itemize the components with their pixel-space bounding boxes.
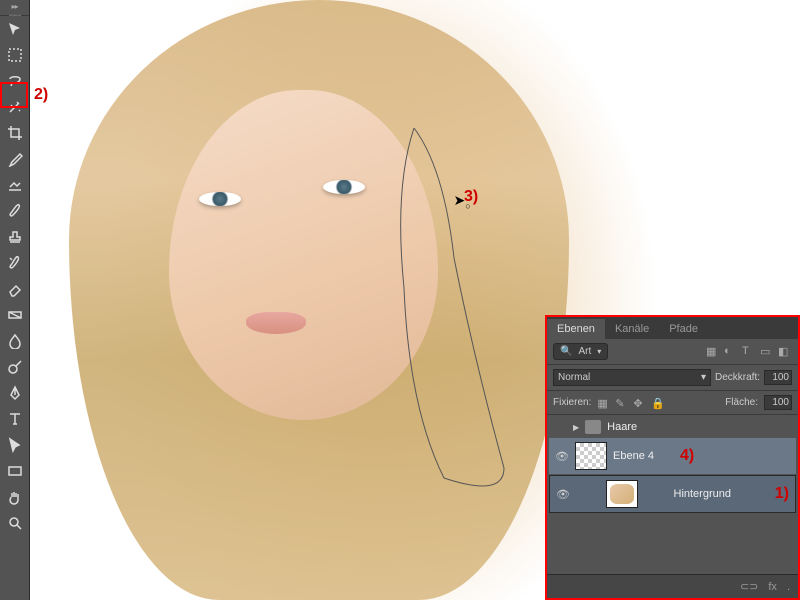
zoom-tool[interactable] <box>1 511 29 535</box>
stamp-tool[interactable] <box>1 225 29 249</box>
history-brush-tool[interactable] <box>1 251 29 275</box>
healing-tool[interactable] <box>1 173 29 197</box>
filter-smart-icon[interactable]: ◧ <box>778 345 792 359</box>
eraser-tool[interactable] <box>1 277 29 301</box>
layer-name: Ebene 4 <box>613 450 654 462</box>
layer-row[interactable]: 👁 Ebene 4 4) <box>549 438 796 474</box>
tab-paths[interactable]: Pfade <box>659 319 708 339</box>
tab-layers[interactable]: Ebenen <box>547 319 605 339</box>
lock-all-icon[interactable]: 🔒 <box>651 397 663 409</box>
blur-tool[interactable] <box>1 329 29 353</box>
lock-paint-icon[interactable]: ✎ <box>615 397 627 409</box>
annotation-1: 1) <box>775 485 789 503</box>
filter-type-icon[interactable]: T <box>742 345 756 359</box>
magic-wand-tool[interactable] <box>1 95 29 119</box>
opacity-label: Deckkraft: <box>715 372 760 383</box>
lasso-tool[interactable] <box>1 69 29 93</box>
expand-triangle-icon[interactable]: ▶ <box>573 423 579 432</box>
filter-label: Art <box>578 346 591 357</box>
fill-label: Fläche: <box>725 397 758 408</box>
lock-transparency-icon[interactable]: ▦ <box>597 397 609 409</box>
visibility-toggle[interactable]: 👁 <box>556 488 570 501</box>
rectangle-tool[interactable] <box>1 459 29 483</box>
pen-tool[interactable] <box>1 381 29 405</box>
layer-thumbnail <box>575 442 607 470</box>
layer-thumbnail <box>606 480 638 508</box>
fx-icon[interactable]: fx <box>768 581 777 593</box>
type-tool[interactable] <box>1 407 29 431</box>
footer-dot-icon[interactable]: . <box>787 581 790 593</box>
tab-channels[interactable]: Kanäle <box>605 319 659 339</box>
path-select-tool[interactable] <box>1 433 29 457</box>
filter-shape-icon[interactable]: ▭ <box>760 345 774 359</box>
lock-label: Fixieren: <box>553 397 591 408</box>
tool-palette: ▸▸┈┈┈ <box>0 0 30 600</box>
layer-list: ▶ Haare 👁 Ebene 4 4) 👁 Hintergrund 1) <box>547 415 798 516</box>
layer-row[interactable]: 👁 Hintergrund 1) <box>549 475 796 513</box>
layer-group[interactable]: ▶ Haare <box>547 417 798 437</box>
move-tool[interactable] <box>1 17 29 41</box>
expand-handle[interactable]: ▸▸┈┈┈ <box>0 0 29 16</box>
folder-icon <box>585 420 601 434</box>
link-icon[interactable]: ⊂⊃ <box>740 580 758 593</box>
panel-tabs: Ebenen Kanäle Pfade <box>547 317 798 339</box>
filter-adjust-icon[interactable]: ◐ <box>724 345 738 359</box>
group-name: Haare <box>607 421 637 433</box>
opacity-input[interactable] <box>764 370 792 385</box>
hand-tool[interactable] <box>1 485 29 509</box>
blend-mode-value: Normal <box>558 372 590 383</box>
lock-position-icon[interactable]: ✥ <box>633 397 645 409</box>
layer-name: Hintergrund <box>674 488 731 500</box>
visibility-toggle[interactable]: 👁 <box>555 450 569 463</box>
eyedropper-tool[interactable] <box>1 147 29 171</box>
layer-filter-dropdown[interactable]: 🔍 Art <box>553 343 608 360</box>
dodge-tool[interactable] <box>1 355 29 379</box>
blend-mode-select[interactable]: Normal▾ <box>553 369 711 386</box>
layers-panel: Ebenen Kanäle Pfade 🔍 Art ▦ ◐ T ▭ ◧ Norm… <box>545 315 800 600</box>
panel-footer: ⊂⊃ fx . <box>547 574 798 598</box>
brush-tool[interactable] <box>1 199 29 223</box>
filter-pixel-icon[interactable]: ▦ <box>706 345 720 359</box>
gradient-tool[interactable] <box>1 303 29 327</box>
marquee-tool[interactable] <box>1 43 29 67</box>
annotation-4: 4) <box>680 447 694 465</box>
fill-input[interactable] <box>764 395 792 410</box>
lasso-cursor-icon: ➤○ <box>454 192 471 211</box>
crop-tool[interactable] <box>1 121 29 145</box>
